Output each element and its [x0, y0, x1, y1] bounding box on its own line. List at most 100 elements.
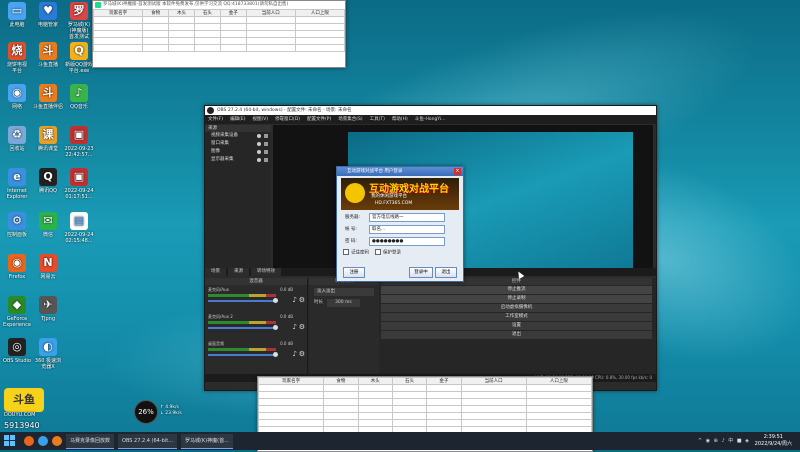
- transition-select[interactable]: 淡入淡出: [314, 288, 374, 296]
- lock-icon[interactable]: [264, 134, 268, 138]
- desktop-icon[interactable]: ✈ TJpng: [33, 296, 63, 322]
- table-row[interactable]: [257, 412, 593, 420]
- column-header[interactable]: 当前人口: [245, 9, 296, 17]
- desktop-icon[interactable]: 烧烧饼电视 平台: [2, 42, 32, 74]
- desktop-icon[interactable]: 罗罗马城(K) (神魔版) 首发测试: [64, 2, 94, 40]
- source-item[interactable]: 窗口采集: [205, 140, 271, 148]
- lock-icon[interactable]: [264, 150, 268, 154]
- table-row[interactable]: [92, 44, 346, 52]
- column-header[interactable]: 石头: [391, 377, 428, 385]
- exit-button[interactable]: 退出: [435, 267, 457, 278]
- column-header[interactable]: 玩家名字: [257, 377, 325, 385]
- menu-item[interactable]: 编辑(E): [230, 115, 245, 124]
- speaker-icon[interactable]: ♪: [293, 350, 297, 358]
- desktop-icon[interactable]: ♻ 回收站: [2, 126, 32, 152]
- menu-item[interactable]: 斗鱼-HongYi...: [415, 115, 446, 124]
- stats-window-title[interactable]: 罗马城(K)神魔版-首发测试版 本软件免费发布,仅供学习交流 QQ:418733…: [93, 1, 345, 9]
- volume-slider-handle[interactable]: [273, 298, 278, 303]
- menu-item[interactable]: 停靠窗口(D): [275, 115, 300, 124]
- server-select[interactable]: 官方电信线路一: [369, 213, 445, 222]
- menu-item[interactable]: 工具(T): [370, 115, 385, 124]
- control-button[interactable]: 退出: [381, 331, 652, 339]
- desktop-icon[interactable]: 课腾讯课堂: [33, 126, 63, 152]
- close-icon[interactable]: ×: [454, 168, 461, 175]
- menu-item[interactable]: 文件(F): [208, 115, 223, 124]
- desktop-icon[interactable]: 斗斗鱼直播: [33, 42, 63, 68]
- column-header[interactable]: 人口上限: [525, 377, 593, 385]
- obs-titlebar[interactable]: OBS 27.2.4 (64-bit, windows) - 配置文件: 未命名…: [205, 106, 656, 115]
- menu-item[interactable]: 帮助(H): [392, 115, 408, 124]
- login-dialog[interactable]: 互动游戏对战平台 用户登录 × 互动游戏对战平台 我的休闲游戏平台 HD.FXT…: [336, 166, 464, 282]
- table-row[interactable]: [257, 405, 593, 413]
- desktop-icon[interactable]: ♥ 电脑管家: [33, 2, 63, 28]
- account-input[interactable]: 取名...: [369, 225, 445, 234]
- table-row[interactable]: [92, 23, 346, 31]
- column-header[interactable]: 石头: [193, 9, 221, 17]
- table-row[interactable]: [92, 30, 346, 38]
- column-header[interactable]: 玩家名字: [92, 9, 144, 17]
- table-row[interactable]: [257, 391, 593, 399]
- source-item[interactable]: 视频采集设备: [205, 132, 271, 140]
- column-header[interactable]: 金子: [219, 9, 247, 17]
- desktop-icon[interactable]: ▣ 2022-09-24 01:17:51...: [64, 168, 94, 200]
- column-header[interactable]: 木头: [168, 9, 195, 17]
- protect-login-checkbox[interactable]: 保护登录: [375, 249, 401, 256]
- desktop-icon[interactable]: Q 新版QQ游戏 平台.exe: [64, 42, 94, 74]
- desktop-icon[interactable]: ♪ QQ音乐: [64, 84, 94, 110]
- volume-slider-handle[interactable]: [273, 352, 278, 357]
- column-header[interactable]: 金子: [426, 377, 462, 385]
- volume-slider-handle[interactable]: [273, 325, 278, 330]
- table-row[interactable]: [257, 398, 593, 406]
- table-row[interactable]: [257, 384, 593, 392]
- taskbar-item[interactable]: 罗马城(K)神魔(首...: [180, 433, 233, 449]
- desktop-icon[interactable]: ◉ Firefox: [2, 254, 32, 280]
- column-header[interactable]: 食物: [142, 9, 170, 17]
- remember-password-checkbox[interactable]: 记住密码: [343, 249, 369, 256]
- taskbar-item[interactable]: 马赛克录像回放数: [66, 433, 115, 449]
- desktop-icon[interactable]: ▣ 2022-09-23 22:42:57...: [64, 126, 94, 158]
- table-row[interactable]: [257, 419, 593, 427]
- lock-icon[interactable]: [264, 142, 268, 146]
- speaker-icon[interactable]: ♪: [293, 323, 297, 331]
- eye-icon[interactable]: [257, 158, 261, 162]
- control-button[interactable]: 工作室模式: [381, 313, 652, 321]
- desktop-icon[interactable]: ◆ GeForce Experience: [2, 296, 32, 328]
- eye-icon[interactable]: [257, 150, 261, 154]
- speaker-icon[interactable]: ♪: [293, 296, 297, 304]
- gear-icon[interactable]: ⚙: [299, 296, 305, 304]
- control-button[interactable]: 启动虚拟摄像机: [381, 304, 652, 312]
- firefox-icon[interactable]: [24, 436, 34, 446]
- duration-input[interactable]: 300 ms: [327, 299, 360, 307]
- control-button[interactable]: 设置: [381, 322, 652, 330]
- desktop-icon[interactable]: 斗斗鱼直播伴侣: [33, 84, 63, 110]
- desktop-icon[interactable]: ▤ 2022-09-24 02:15:48...: [64, 212, 94, 244]
- desktop-icon[interactable]: ◎ OBS Studio: [2, 338, 32, 364]
- dock-tab[interactable]: 场景: [205, 268, 226, 276]
- eye-icon[interactable]: [257, 134, 261, 138]
- clock[interactable]: 2:39:51 2022/9/24/周六: [755, 434, 792, 448]
- desktop-icon[interactable]: e Internet Explorer: [2, 168, 32, 200]
- source-item[interactable]: 图像: [205, 148, 271, 156]
- table-row[interactable]: [92, 16, 346, 24]
- password-input[interactable]: ●●●●●●●●: [369, 237, 445, 246]
- login-titlebar[interactable]: 互动游戏对战平台 用户登录 ×: [337, 167, 463, 176]
- browser-icon[interactable]: [38, 436, 48, 446]
- control-button[interactable]: 停止推流: [381, 286, 652, 294]
- dock-tab[interactable]: 转场特效: [251, 268, 281, 276]
- desktop-icon[interactable]: ▭ 此电脑: [2, 2, 32, 28]
- douyu-icon[interactable]: [52, 436, 62, 446]
- lock-icon[interactable]: [264, 158, 268, 162]
- gear-icon[interactable]: ⚙: [299, 323, 305, 331]
- desktop-icon[interactable]: N 网易云: [33, 254, 63, 280]
- eye-icon[interactable]: [257, 142, 261, 146]
- column-header[interactable]: 当前人口: [460, 377, 527, 385]
- taskbar-item[interactable]: OBS 27.2.4 (64-bit...: [118, 433, 177, 449]
- menu-item[interactable]: 场景集合(S): [338, 115, 362, 124]
- system-tray-icons[interactable]: ^ ◉ ⊕ ♪ 中 ■ ◈: [698, 437, 750, 444]
- desktop-icon[interactable]: ◐ 360 极速浏 览器X: [33, 338, 63, 370]
- desktop-icon[interactable]: ◉ 网络: [2, 84, 32, 110]
- control-button[interactable]: 停止录制: [381, 295, 652, 303]
- menu-item[interactable]: 配置文件(P): [307, 115, 331, 124]
- column-header[interactable]: 食物: [323, 377, 359, 385]
- volume-slider[interactable]: [208, 327, 276, 329]
